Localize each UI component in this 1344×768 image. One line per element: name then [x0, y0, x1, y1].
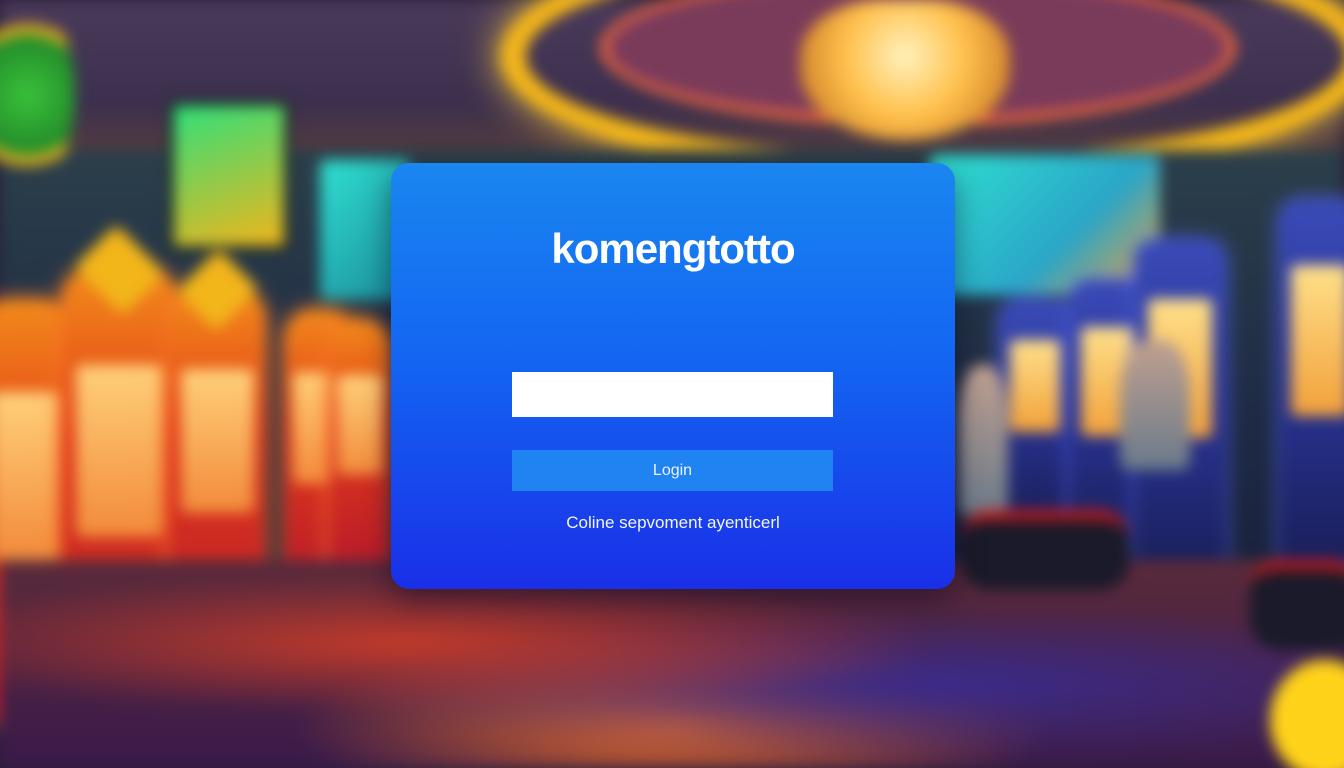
- slot-machine-screen: [0, 392, 60, 561]
- player-figure: [1120, 340, 1190, 470]
- login-footer-text: Coline sepvoment ayenticerl: [566, 513, 780, 532]
- slot-machine-screen: [337, 375, 383, 475]
- slot-machine: [330, 320, 390, 570]
- login-button[interactable]: Login: [512, 450, 833, 491]
- casino-chair: [1250, 560, 1344, 650]
- casino-background-scene: komengtotto Login Coline sepvoment ayent…: [0, 0, 1344, 768]
- player-figure: [958, 365, 1008, 515]
- slot-machine: [1280, 200, 1344, 560]
- username-input[interactable]: [512, 372, 833, 417]
- brand-title: komengtotto: [551, 225, 795, 272]
- slot-machine-screen: [1009, 339, 1061, 432]
- slot-machine-screen: [1291, 264, 1344, 416]
- carpet-floor: [0, 560, 1344, 768]
- casino-chair: [960, 510, 1130, 590]
- slot-machine: [1000, 300, 1070, 520]
- wall-screen-right: [930, 155, 1160, 295]
- casino-sign-board: [168, 100, 290, 252]
- login-card: komengtotto Login Coline sepvoment ayent…: [391, 163, 955, 589]
- slot-machine-screen: [181, 369, 254, 514]
- chandelier: [800, 0, 1010, 140]
- slot-machine-screen: [75, 364, 164, 537]
